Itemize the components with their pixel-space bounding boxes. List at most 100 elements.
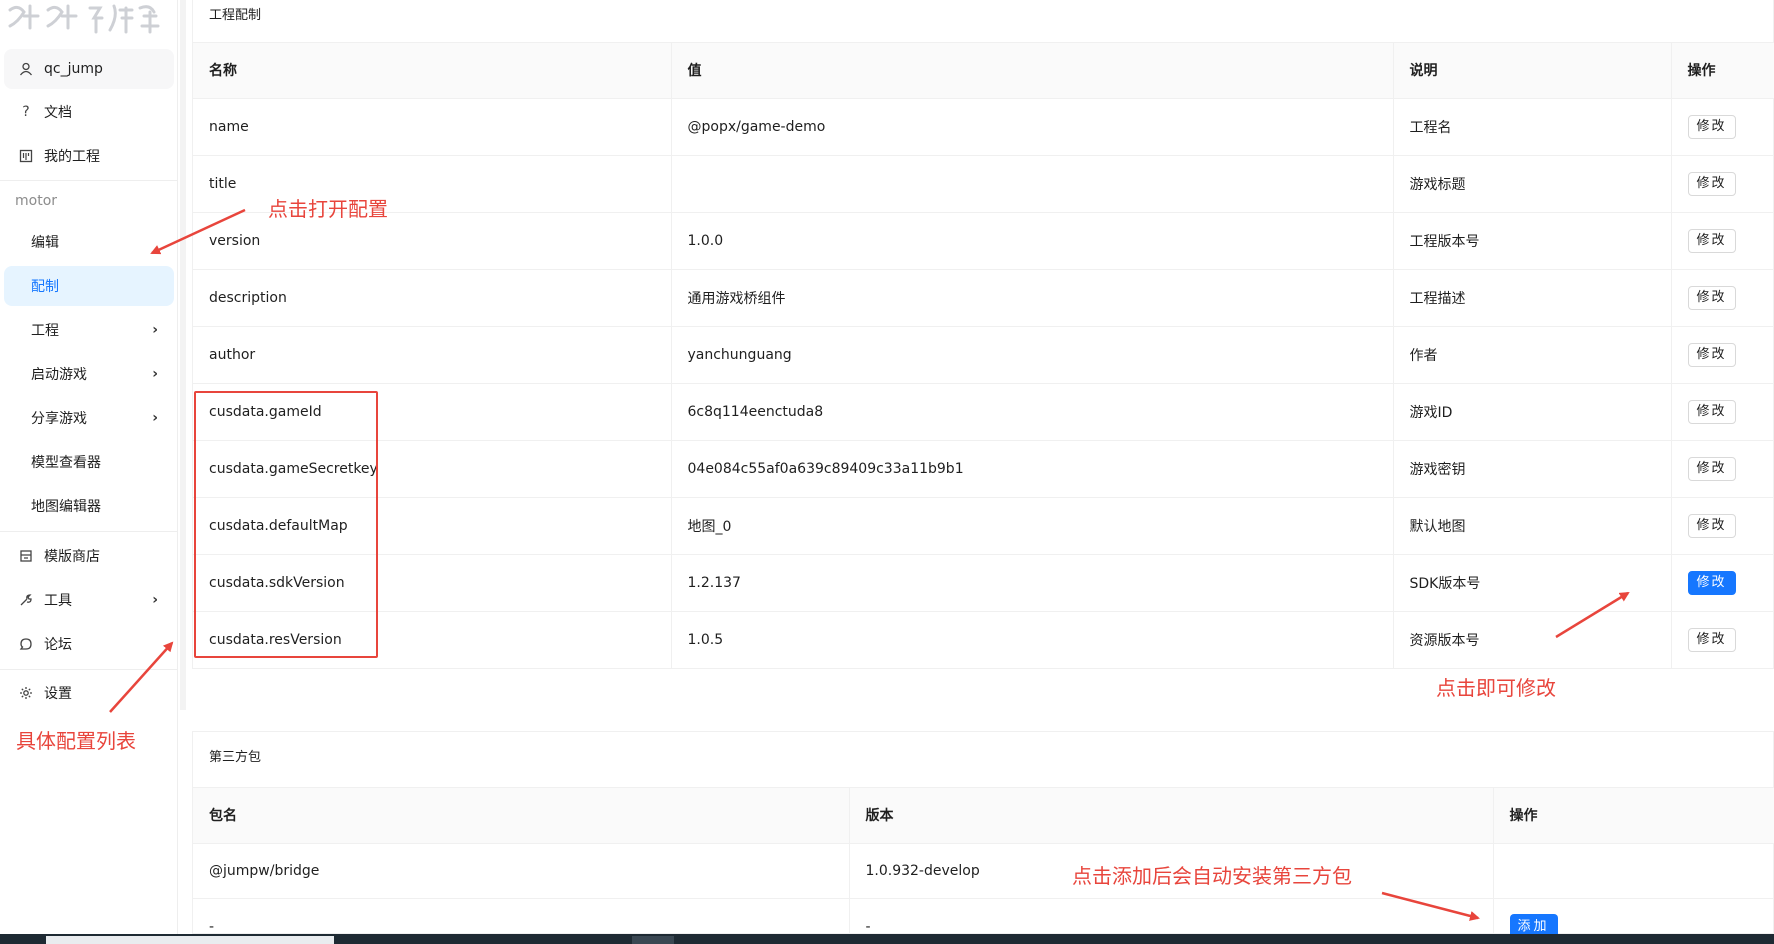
column-header-version: 版本 [849, 788, 1494, 844]
table-row: cusdata.resVersion 1.0.5 资源版本号 修改 [193, 611, 1774, 669]
cell-desc: 工程版本号 [1393, 212, 1672, 270]
taskbar-window-tab[interactable] [46, 936, 334, 944]
sidebar-group-title: motor [15, 193, 58, 209]
cell-value: 1.0.0 [671, 212, 1394, 270]
sidebar-scrollbar[interactable] [180, 0, 186, 710]
sidebar-item-share-game[interactable]: 分享游戏 › [4, 398, 174, 438]
chat-icon [18, 636, 34, 652]
sidebar-divider [0, 531, 178, 532]
cell-desc: 游戏标题 [1393, 155, 1672, 213]
edit-button[interactable]: 修改 [1687, 114, 1736, 139]
cell-action: 修改 [1671, 98, 1774, 156]
sidebar-item-forum-label: 论坛 [44, 637, 72, 653]
sidebar-item-forum[interactable]: 论坛 [4, 624, 174, 664]
sidebar-item-model-viewer-label: 模型查看器 [31, 455, 101, 471]
sidebar-item-project-label: 工程 [31, 323, 59, 339]
project-board-icon [18, 148, 34, 164]
cell-name: author [193, 326, 672, 384]
edit-button[interactable]: 修改 [1687, 171, 1736, 196]
cell-value: 04e084c55af0a639c89409c33a11b9b1 [671, 440, 1394, 498]
chevron-right-icon: › [152, 366, 158, 382]
column-header-package: 包名 [193, 788, 850, 844]
cell-package: @jumpw/bridge [193, 843, 850, 899]
table-row: cusdata.gameId 6c8q114eenctuda8 游戏ID 修改 [193, 383, 1774, 441]
sidebar-item-user[interactable]: qc_jump [4, 49, 174, 89]
annotation-click-to-edit: 点击即可修改 [1436, 676, 1556, 700]
table-row: title 游戏标题 修改 [193, 155, 1774, 213]
cell-desc: 游戏密钥 [1393, 440, 1672, 498]
table-row: cusdata.sdkVersion 1.2.137 SDK版本号 修改 [193, 554, 1774, 612]
edit-button[interactable]: 修改 [1687, 342, 1736, 367]
cell-desc: 工程名 [1393, 98, 1672, 156]
cell-name: title [193, 155, 672, 213]
table-row: description 通用游戏桥组件 工程描述 修改 [193, 269, 1774, 327]
sidebar-divider [0, 180, 178, 181]
edit-button[interactable]: 修改 [1687, 627, 1736, 652]
sidebar-item-my-projects-label: 我的工程 [44, 149, 100, 165]
config-table: 名称 值 说明 操作 name @popx/game-demo 工程名 修改 t… [193, 43, 1774, 669]
edit-button[interactable]: 修改 [1687, 399, 1736, 424]
column-header-action: 操作 [1493, 788, 1774, 844]
annotation-highlight-box [194, 391, 378, 658]
sidebar-item-edit[interactable]: 编辑 [4, 222, 174, 262]
third-party-table: 包名 版本 操作 @jumpw/bridge 1.0.932-develop -… [193, 788, 1774, 944]
cell-value: 地图_0 [671, 497, 1394, 555]
third-party-card-title: 第三方包 [193, 732, 1773, 788]
cell-value: 1.0.5 [671, 611, 1394, 669]
sidebar-item-docs[interactable]: ? 文档 [4, 92, 174, 132]
cell-action: 修改 [1671, 611, 1774, 669]
sidebar-item-template-store[interactable]: 模版商店 [4, 536, 174, 576]
cell-desc: SDK版本号 [1393, 554, 1672, 612]
sidebar-item-my-projects[interactable]: 我的工程 [4, 136, 174, 176]
table-row: cusdata.gameSecretkey 04e084c55af0a639c8… [193, 440, 1774, 498]
sidebar-item-model-viewer[interactable]: 模型查看器 [4, 442, 174, 482]
sidebar-item-launch-game[interactable]: 启动游戏 › [4, 354, 174, 394]
cell-value: 6c8q114eenctuda8 [671, 383, 1394, 441]
cell-name: version [193, 212, 672, 270]
config-card: 工程配制 名称 值 说明 操作 name @popx/game-demo 工程名… [192, 0, 1774, 669]
table-row: version 1.0.0 工程版本号 修改 [193, 212, 1774, 270]
os-taskbar [0, 934, 1774, 944]
table-header-row: 名称 值 说明 操作 [193, 43, 1774, 99]
column-header-desc: 说明 [1393, 43, 1672, 99]
user-icon [18, 61, 34, 77]
cell-action [1493, 843, 1774, 899]
question-icon: ? [22, 104, 30, 120]
tool-icon [18, 592, 34, 608]
edit-button[interactable]: 修改 [1687, 228, 1736, 253]
config-card-title: 工程配制 [193, 0, 1773, 43]
sidebar-item-launch-game-label: 启动游戏 [31, 367, 87, 383]
sidebar-item-map-editor[interactable]: 地图编辑器 [4, 486, 174, 526]
cell-desc: 游戏ID [1393, 383, 1672, 441]
edit-button-active[interactable]: 修改 [1687, 570, 1736, 595]
cell-value: 通用游戏桥组件 [671, 269, 1394, 327]
chevron-right-icon: › [152, 592, 158, 608]
cell-name: description [193, 269, 672, 327]
edit-button[interactable]: 修改 [1687, 285, 1736, 310]
table-header-row: 包名 版本 操作 [193, 788, 1774, 844]
sidebar-item-settings[interactable]: 设置 [4, 673, 174, 713]
sidebar-item-edit-label: 编辑 [31, 235, 59, 251]
cell-action: 修改 [1671, 326, 1774, 384]
cell-desc: 作者 [1393, 326, 1672, 384]
edit-button[interactable]: 修改 [1687, 513, 1736, 538]
sidebar-item-config[interactable]: 配制 [4, 266, 174, 306]
cell-value: 1.2.137 [671, 554, 1394, 612]
sidebar-item-tools-label: 工具 [44, 593, 72, 609]
taskbar-app-icon[interactable] [632, 936, 674, 944]
sidebar-item-settings-label: 设置 [44, 686, 72, 702]
sidebar: qc_jump ? 文档 我的工程 motor 编辑 配制 工程 › 启动游戏 … [0, 0, 178, 944]
column-header-name: 名称 [193, 43, 672, 99]
cell-action: 修改 [1671, 269, 1774, 327]
annotation-add-install: 点击添加后会自动安装第三方包 [1072, 864, 1352, 888]
cell-action: 修改 [1671, 497, 1774, 555]
annotation-config-list: 具体配置列表 [16, 729, 136, 753]
cell-desc: 资源版本号 [1393, 611, 1672, 669]
store-icon [18, 548, 34, 564]
cell-desc: 工程描述 [1393, 269, 1672, 327]
edit-button[interactable]: 修改 [1687, 456, 1736, 481]
sidebar-item-project[interactable]: 工程 › [4, 310, 174, 350]
table-row: @jumpw/bridge 1.0.932-develop [193, 843, 1774, 899]
sidebar-item-tools[interactable]: 工具 › [4, 580, 174, 620]
cell-action: 修改 [1671, 383, 1774, 441]
